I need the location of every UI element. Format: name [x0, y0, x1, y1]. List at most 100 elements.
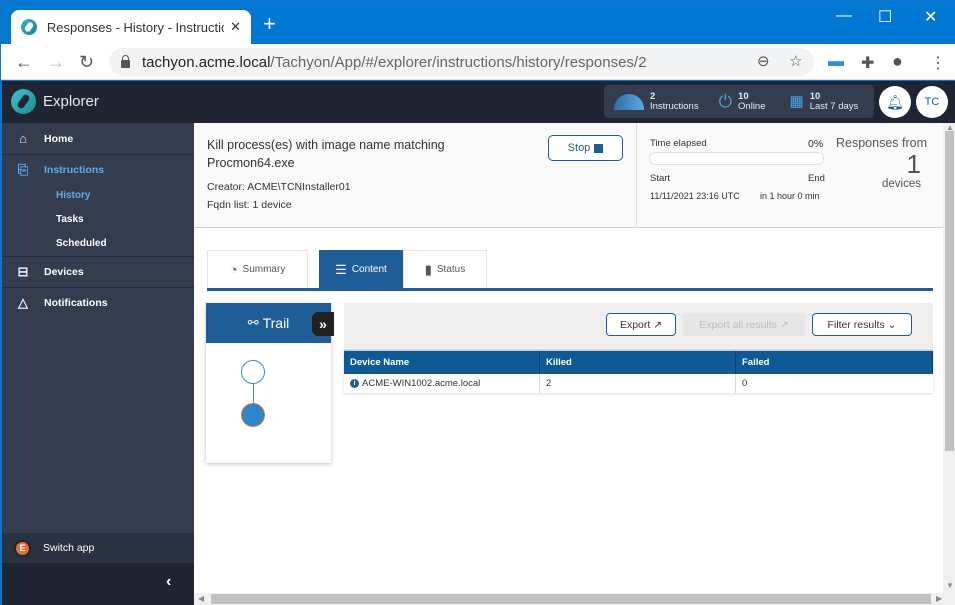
1e-logo-icon: E — [14, 539, 31, 557]
stat-last7days[interactable]: ▦ 10 Last 7 days — [790, 91, 859, 112]
profile-icon[interactable]: ● — [892, 51, 903, 72]
bell-icon: △ — [18, 294, 28, 310]
stats-panel: 2 Instructions ⏻ 10 Online ▦ 10 Last 7 days — [604, 85, 874, 118]
sidebar-item-label: Home — [44, 132, 74, 145]
external-link-icon: ↗ — [779, 318, 789, 331]
cell-killed: 2 — [540, 374, 736, 393]
sidebar-item-notifications[interactable]: △ Notifications — [2, 287, 194, 318]
zoom-out-icon[interactable]: ⊖ — [757, 52, 770, 70]
filter-results-button[interactable]: Filter results ⌄ — [812, 313, 912, 336]
device-name: ACME-WIN1002.acme.local — [362, 378, 481, 389]
sidebar: ⌂ Home ⎘ Instructions History Tasks Schedu… — [2, 123, 194, 605]
menu-kebab-icon[interactable]: ⋮ — [930, 53, 946, 73]
info-icon[interactable]: i — [350, 379, 359, 388]
bookmark-star-icon[interactable]: ☆ — [789, 52, 802, 70]
horizontal-scrollbar[interactable]: ◀ ▶ — [194, 593, 955, 605]
trail-node-current[interactable] — [241, 403, 265, 427]
divider — [636, 123, 637, 228]
url-input[interactable]: tachyon.acme.local/Tachyon/App/#/explore… — [109, 48, 814, 76]
gauge-icon — [614, 93, 644, 110]
url-host: tachyon.acme.local — [142, 53, 271, 71]
trail-panel: ⚯ Trail » — [206, 303, 334, 463]
trail-expand-button[interactable]: » — [312, 312, 334, 336]
sidebar-item-home[interactable]: ⌂ Home — [2, 123, 194, 154]
trail-link — [252, 384, 254, 403]
bell-icon: 🔔︎ — [886, 93, 904, 110]
end-value: in 1 hour 0 min — [760, 191, 820, 201]
scroll-right-arrow-icon[interactable]: ▶ — [936, 594, 942, 603]
sidebar-item-label: Notifications — [44, 296, 108, 309]
responses-unit: devices — [882, 178, 921, 190]
trail-node[interactable] — [241, 360, 265, 384]
creator-line: Creator: ACME\TCNInstaller01 — [207, 181, 351, 193]
extension-message-icon[interactable]: ▬ — [828, 53, 844, 71]
stop-button[interactable]: Stop — [548, 135, 623, 161]
column-header-killed[interactable]: Killed — [540, 351, 736, 374]
sidebar-collapse-bar: ‹ — [2, 563, 194, 605]
export-all-results-button[interactable]: Export all results ↗ — [683, 313, 805, 336]
collapse-chevron-icon[interactable]: ‹ — [166, 573, 171, 591]
table-row[interactable]: i ACME-WIN1002.acme.local 2 0 — [344, 374, 933, 393]
tab-summary[interactable]: ◔ Summary — [207, 250, 308, 288]
user-avatar[interactable]: TC — [916, 86, 948, 118]
trail-title: Trail — [262, 315, 290, 331]
tab-summary-label: Summary — [242, 264, 286, 275]
cell-failed: 0 — [742, 378, 748, 389]
column-header-device-name[interactable]: Device Name — [344, 351, 540, 374]
scroll-down-arrow-icon[interactable]: ▼ — [946, 581, 954, 590]
chevron-down-icon: ⌄ — [887, 318, 897, 331]
switch-app-button[interactable]: E Switch app — [2, 533, 194, 563]
instruction-info-panel: Kill process(es) with image name matchin… — [194, 123, 943, 228]
notifications-button[interactable]: 🔔︎ — [879, 86, 911, 118]
instruction-title-line1: Kill process(es) with image name matchin… — [207, 138, 445, 152]
maximize-button[interactable]: ☐ — [878, 7, 892, 27]
vertical-scrollbar[interactable]: ▲ ▼ — [943, 123, 955, 593]
filter-label: Filter results — [827, 318, 885, 331]
vertical-scroll-thumb[interactable] — [945, 131, 954, 451]
forward-icon[interactable]: → — [47, 52, 65, 73]
sidebar-item-label: Devices — [44, 265, 84, 278]
tab-content[interactable]: ☰ Content — [319, 250, 403, 288]
stop-square-icon — [594, 143, 604, 153]
end-label: End — [808, 173, 825, 184]
url-path: /Tachyon/App/#/explorer/instructions/his… — [270, 53, 647, 71]
reload-icon[interactable]: ↻ — [79, 52, 94, 73]
close-tab-icon[interactable]: ✕ — [230, 19, 241, 35]
stat-instructions[interactable]: 2 Instructions — [614, 90, 699, 112]
column-header-failed[interactable]: Failed — [736, 351, 933, 374]
sidebar-subitem-tasks[interactable]: Tasks — [56, 214, 84, 225]
stat-instructions-value: 2 — [650, 90, 656, 102]
sidebar-item-instructions[interactable]: ⎘ Instructions — [2, 154, 194, 185]
search-list-icon: ☰ — [335, 261, 347, 277]
fqdn-line: Fqdn list: 1 device — [207, 199, 292, 211]
scroll-left-arrow-icon[interactable]: ◀ — [198, 594, 204, 603]
new-tab-button[interactable]: + — [263, 13, 276, 35]
responses-count: 1 — [906, 149, 921, 179]
devices-icon: ⊟ — [17, 263, 29, 279]
tab-status[interactable]: ▮ Status — [403, 250, 487, 288]
sidebar-item-devices[interactable]: ⊟ Devices — [2, 256, 194, 287]
extensions-puzzle-icon[interactable]: ✚ — [861, 53, 874, 73]
back-icon[interactable]: ← — [15, 52, 33, 73]
export-all-label: Export all results — [699, 318, 777, 331]
explorer-app: Explorer 2 Instructions ⏻ 10 Online ▦ 10 La… — [2, 81, 955, 605]
minimize-button[interactable]: — — [836, 7, 852, 25]
export-button[interactable]: Export ↗ — [606, 313, 676, 336]
creator-label: Creator: — [207, 181, 245, 193]
browser-tab[interactable]: Responses - History - Instructions ✕ — [11, 10, 251, 44]
close-window-button[interactable]: ✕ — [924, 7, 937, 27]
table-header: Device Name Killed Failed — [344, 349, 933, 374]
pie-chart-icon: ◔ — [229, 262, 238, 277]
sidebar-subitem-scheduled[interactable]: Scheduled — [56, 238, 107, 249]
horizontal-scroll-thumb[interactable] — [211, 594, 931, 604]
stat-last7-label: Last 7 days — [809, 100, 859, 112]
tab-strip: Responses - History - Instructions ✕ + —… — [1, 1, 955, 44]
sidebar-subitem-history[interactable]: History — [56, 190, 90, 201]
tab-title: Responses - History - Instructions — [46, 19, 225, 35]
app-header: Explorer 2 Instructions ⏻ 10 Online ▦ 10 La… — [2, 81, 955, 123]
instruction-title-line2: Procmon64.exe — [207, 156, 295, 170]
stat-online[interactable]: ⏻ 10 Online — [718, 91, 766, 112]
time-elapsed-percent: 0% — [808, 138, 824, 150]
tab-content-label: Content — [351, 264, 387, 275]
power-icon: ⏻ — [718, 91, 733, 111]
